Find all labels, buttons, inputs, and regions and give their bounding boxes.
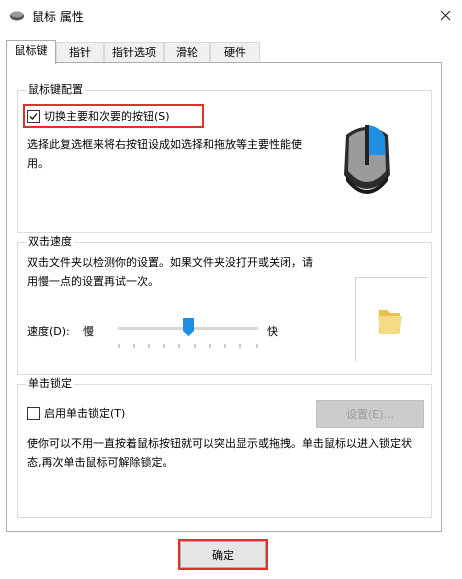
speed-slider[interactable]	[118, 317, 258, 348]
click-lock-settings-button[interactable]: 设置(E)...	[316, 400, 424, 428]
button-config-group: 鼠标键配置 切换主要和次要的按钮(S) 选择此复选框来将右按钮设成如选择和拖放等…	[17, 83, 432, 233]
switch-description: 选择此复选框来将右按钮设成如选择和拖放等主要性能使用。	[27, 138, 302, 170]
group-label: 鼠标键配置	[26, 83, 85, 97]
close-icon	[440, 10, 450, 20]
click-lock-label: 启用单击锁定(T)	[44, 407, 126, 420]
tab-panel: 鼠标键配置 切换主要和次要的按钮(S) 选择此复选框来将右按钮设成如选择和拖放等…	[6, 62, 442, 532]
tab-label: 鼠标键	[14, 44, 48, 57]
group-label: 单击锁定	[26, 377, 74, 391]
folder-icon[interactable]	[376, 306, 404, 336]
highlight-box	[23, 104, 204, 128]
group-label: 双击速度	[26, 235, 74, 249]
double-click-description: 双击文件夹以检测你的设置。如果文件夹没打开或关闭，请用慢一点的设置再试一次。	[27, 256, 313, 288]
slider-ticks	[118, 338, 258, 348]
fast-label: 快	[267, 325, 278, 338]
close-button[interactable]	[432, 4, 458, 26]
slider-thumb[interactable]	[182, 318, 194, 336]
highlight-box	[178, 539, 268, 570]
click-lock-checkbox-row[interactable]: 启用单击锁定(T)	[27, 404, 125, 422]
tab-buttons[interactable]: 鼠标键	[6, 40, 56, 64]
click-lock-group: 单击锁定 启用单击锁定(T) 设置(E)... 使你可以不用一直按着鼠标按钮就可…	[17, 377, 432, 518]
tab-hardware[interactable]: 硬件	[210, 42, 260, 63]
click-lock-checkbox[interactable]	[27, 406, 40, 420]
tab-label: 指针	[69, 46, 91, 59]
window-title: 鼠标 属性	[32, 10, 84, 24]
mouse-app-icon	[9, 8, 25, 22]
click-lock-description: 使你可以不用一直按着鼠标按钮就可以突出显示或拖拽。单击鼠标以进入锁定状态,再次单…	[27, 437, 412, 469]
slow-label: 慢	[83, 325, 94, 338]
test-folder-area[interactable]	[355, 277, 428, 361]
tab-label: 滑轮	[176, 46, 198, 59]
tab-wheel[interactable]: 滑轮	[164, 42, 210, 63]
tab-label: 指针选项	[112, 46, 156, 59]
tab-label: 硬件	[224, 46, 246, 59]
speed-label: 速度(D):	[27, 325, 70, 338]
double-click-group: 双击速度 双击文件夹以检测你的设置。如果文件夹没打开或关闭，请用慢一点的设置再试…	[17, 235, 432, 375]
tab-pointer-options[interactable]: 指针选项	[104, 42, 164, 63]
title-bar: 鼠标 属性	[0, 0, 462, 30]
mouse-icon	[344, 125, 390, 194]
tab-pointers[interactable]: 指针	[56, 42, 104, 63]
